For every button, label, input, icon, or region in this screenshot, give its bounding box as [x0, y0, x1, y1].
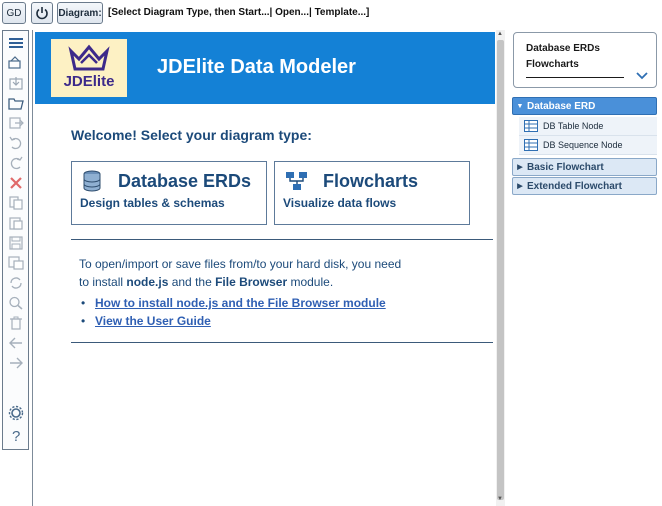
- caret-right-icon: ▶: [517, 164, 523, 171]
- svg-text:?: ?: [12, 428, 20, 443]
- flowcharts-card[interactable]: Flowcharts Visualize data flows: [274, 161, 470, 225]
- app-header: JDElite JDElite Data Modeler: [35, 32, 495, 104]
- item-label: DB Table Node: [543, 121, 604, 131]
- forward-arrow-icon[interactable]: [6, 354, 26, 372]
- diagram-label: Diagram:: [58, 7, 102, 19]
- app-title: JDElite Data Modeler: [157, 56, 356, 78]
- card-title: Flowcharts: [323, 171, 419, 191]
- trash-icon[interactable]: [6, 314, 26, 332]
- import-icon[interactable]: [6, 54, 26, 72]
- scroll-down-icon[interactable]: ▼: [497, 496, 503, 502]
- logo-text: JDElite: [63, 73, 115, 90]
- table-icon: [524, 120, 538, 132]
- palette-item-db-sequence-node[interactable]: DB Sequence Node: [519, 136, 657, 155]
- redo-icon[interactable]: [6, 154, 26, 172]
- card-subtitle: Visualize data flows: [283, 196, 397, 210]
- paste-icon[interactable]: [6, 214, 26, 232]
- welcome-heading: Welcome! Select your diagram type:: [71, 127, 312, 143]
- caret-right-icon: ▶: [517, 183, 523, 190]
- palette-panel: Database ERDs Flowcharts ▼ Database ERD …: [511, 30, 660, 506]
- diagram-menu-text[interactable]: [Select Diagram Type, then Start...| Ope…: [108, 7, 369, 18]
- table-icon: [524, 139, 538, 151]
- palette-item-db-table-node[interactable]: DB Table Node: [519, 117, 657, 136]
- card-subtitle: Design tables & schemas: [80, 196, 225, 210]
- section-label: Extended Flowchart: [527, 180, 623, 192]
- flowchart-icon: [286, 172, 307, 190]
- save-as-icon[interactable]: [6, 254, 26, 272]
- dropdown-underline: [526, 77, 624, 78]
- section-database-erd[interactable]: ▼ Database ERD: [512, 97, 657, 115]
- bullet: •: [81, 314, 86, 328]
- caret-down-icon: ▼: [516, 102, 524, 110]
- settings-icon[interactable]: [6, 404, 26, 422]
- logo-emblem-icon: [68, 44, 110, 71]
- copy-icon[interactable]: [6, 194, 26, 212]
- list-item: • How to install node.js and the File Br…: [81, 294, 386, 312]
- mode-button[interactable]: GD: [2, 2, 26, 24]
- power-button[interactable]: [31, 2, 53, 24]
- divider: [71, 239, 493, 240]
- export-icon[interactable]: [6, 114, 26, 132]
- divider: [71, 342, 493, 343]
- diagram-button[interactable]: Diagram:: [57, 2, 103, 24]
- scrollbar-thumb[interactable]: [497, 40, 504, 500]
- item-label: DB Sequence Node: [543, 140, 623, 150]
- install-info-text: To open/import or save files from/to you…: [79, 255, 459, 291]
- database-icon: [83, 170, 101, 192]
- back-arrow-icon[interactable]: [6, 334, 26, 352]
- undo-icon[interactable]: [6, 134, 26, 152]
- info-line-1: To open/import or save files from/to you…: [79, 257, 402, 271]
- bullet: •: [81, 296, 86, 310]
- save-down-icon[interactable]: [6, 74, 26, 92]
- mode-label: GD: [6, 7, 22, 19]
- diagram-type-dropdown[interactable]: Database ERDs Flowcharts: [513, 32, 657, 88]
- user-guide-link[interactable]: View the User Guide: [95, 312, 211, 330]
- main-panel: JDElite JDElite Data Modeler Welcome! Se…: [32, 30, 505, 506]
- install-node-link[interactable]: How to install node.js and the File Brow…: [95, 294, 386, 312]
- section-basic-flowchart[interactable]: ▶ Basic Flowchart: [512, 158, 657, 176]
- vertical-scrollbar[interactable]: ▲ ▼: [496, 30, 505, 506]
- info-line-2: to install node.js and the File Browser …: [79, 275, 334, 289]
- database-erd-card[interactable]: Database ERDs Design tables & schemas: [71, 161, 267, 225]
- save-icon[interactable]: [6, 234, 26, 252]
- delete-icon[interactable]: [6, 174, 26, 192]
- section-extended-flowchart[interactable]: ▶ Extended Flowchart: [512, 177, 657, 195]
- dropdown-text: Database ERDs Flowcharts: [526, 43, 600, 70]
- list-item: • View the User Guide: [81, 312, 386, 330]
- top-toolbar: GD Diagram: [Select Diagram Type, then S…: [0, 0, 662, 28]
- left-toolbar: ?: [2, 30, 29, 450]
- refresh-icon[interactable]: [6, 274, 26, 292]
- chevron-down-icon[interactable]: [635, 71, 649, 81]
- scroll-up-icon[interactable]: ▲: [497, 31, 503, 37]
- section-label: Database ERD: [527, 100, 596, 112]
- search-icon[interactable]: [6, 294, 26, 312]
- app-logo: JDElite: [51, 39, 127, 97]
- power-icon: [36, 7, 48, 20]
- help-links: • How to install node.js and the File Br…: [81, 294, 386, 330]
- card-title: Database ERDs: [118, 171, 252, 191]
- menu-icon[interactable]: [6, 34, 26, 52]
- section-label: Basic Flowchart: [527, 161, 604, 173]
- help-icon[interactable]: ?: [6, 426, 26, 444]
- open-folder-icon[interactable]: [6, 94, 26, 112]
